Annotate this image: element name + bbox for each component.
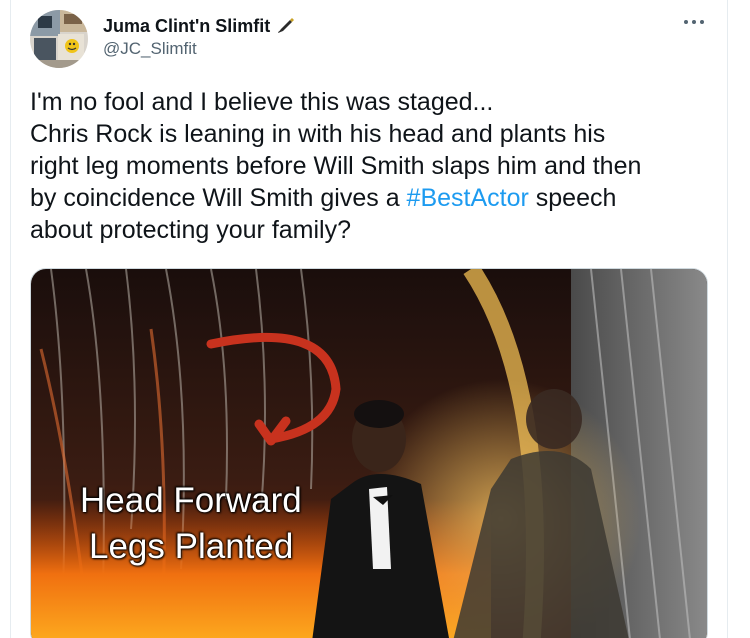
tweet-media-image[interactable]: Head Forward Legs Planted (30, 268, 708, 638)
tweet-text-line-with-hashtag: by coincidence Will Smith gives a #BestA… (30, 182, 720, 214)
ellipsis-icon (684, 20, 704, 24)
author-name-row: Juma Clint'n Slimfit (103, 13, 295, 39)
avatar[interactable] (30, 10, 88, 68)
author-display-name[interactable]: Juma Clint'n Slimfit (103, 16, 270, 37)
tweet-text-line: I'm no fool and I believe this was stage… (30, 88, 494, 116)
hashtag-link[interactable]: #BestActor (407, 184, 529, 212)
tweet-text: I'm no fool and I believe this was stage… (30, 86, 720, 246)
caption-line-1: Head Forward (80, 481, 302, 520)
tweet-text-line: about protecting your family? (30, 216, 352, 244)
more-options-button[interactable] (680, 8, 708, 36)
fountain-pen-icon (275, 16, 295, 36)
avatar-collage-icon (30, 10, 88, 68)
tweet-text-line: right leg moments before Will Smith slap… (30, 152, 642, 180)
author-handle[interactable]: @JC_Slimfit (103, 39, 197, 59)
tweet-card: Juma Clint'n Slimfit @JC_Slimfit I'm no … (0, 0, 750, 638)
tweet-text-line: Chris Rock is leaning in with his head a… (30, 120, 606, 148)
caption-line-2: Legs Planted (89, 527, 294, 566)
media-scene (31, 269, 707, 638)
tweet-text-segment: by coincidence Will Smith gives a (30, 184, 407, 212)
card-border-right (727, 0, 728, 638)
card-border-left (10, 0, 11, 638)
tweet-text-segment: speech (528, 184, 617, 212)
